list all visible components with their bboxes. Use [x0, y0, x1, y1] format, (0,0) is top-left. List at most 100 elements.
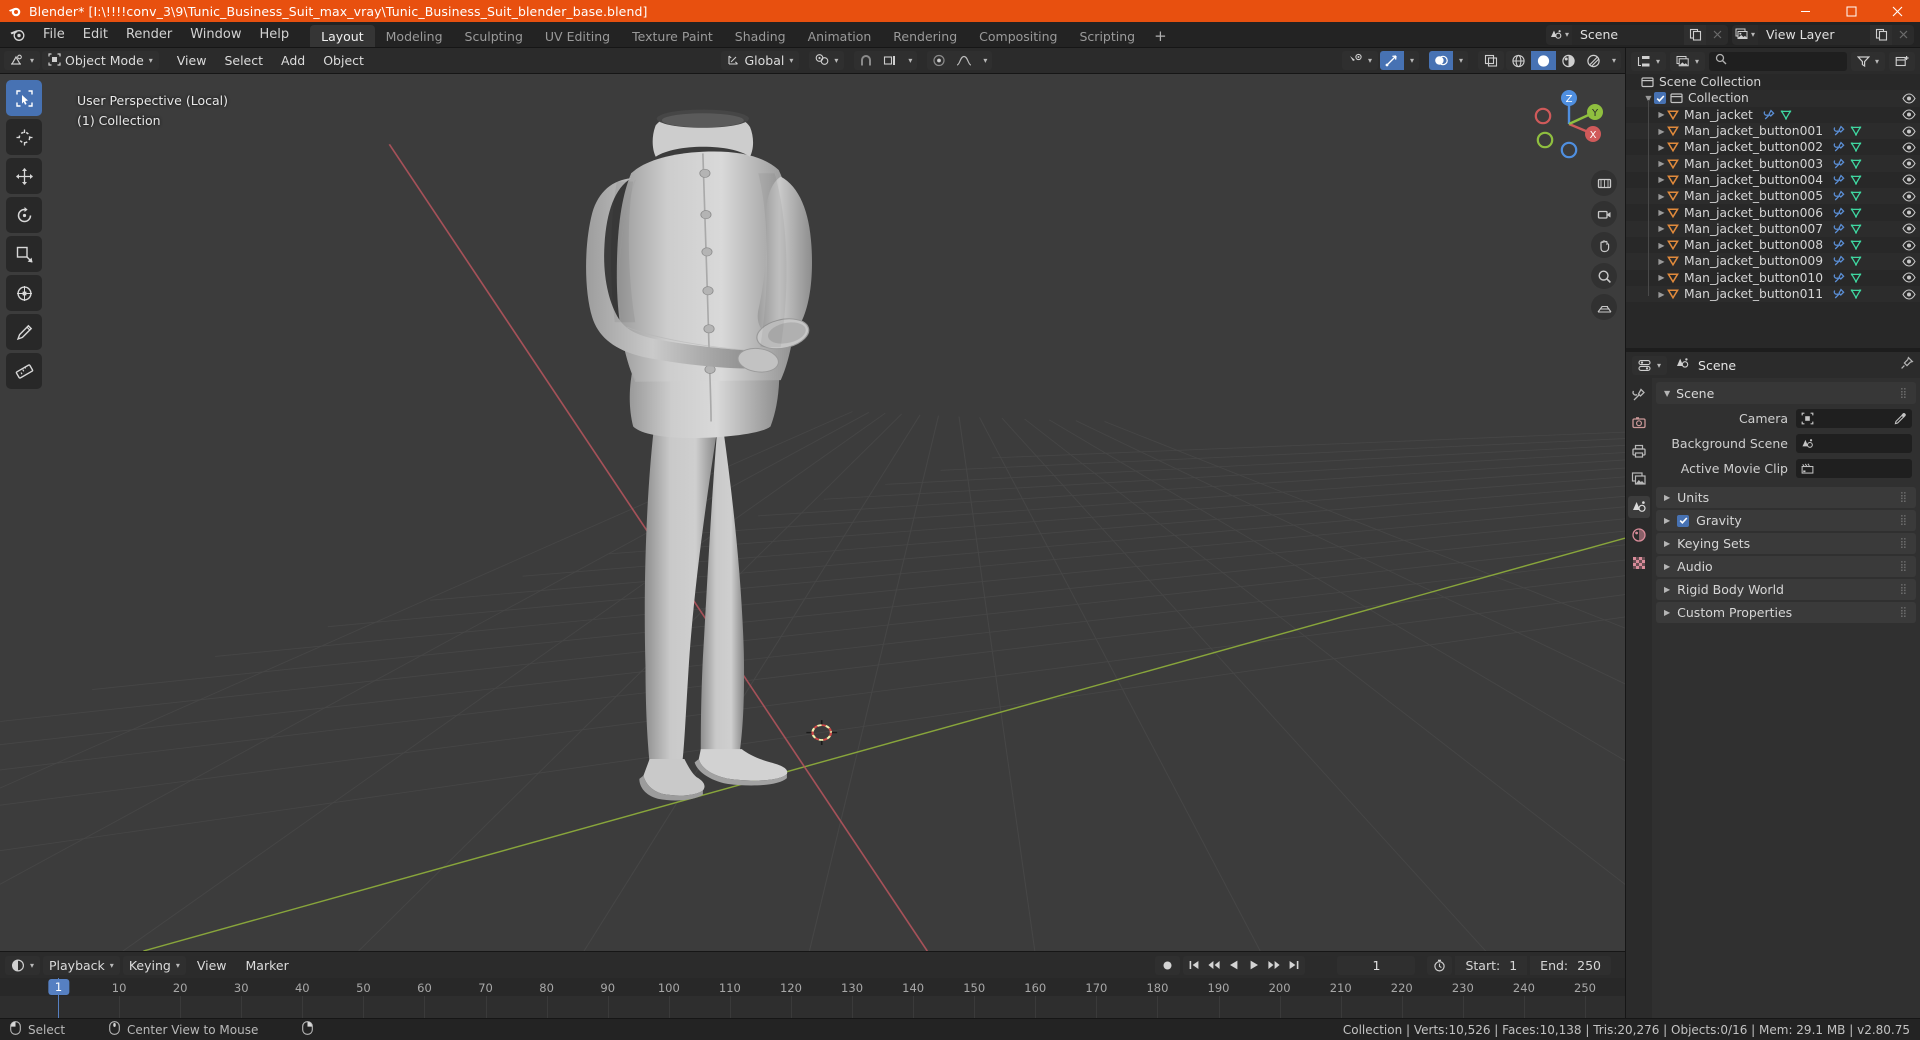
move-arrows-icon[interactable]	[6, 158, 42, 194]
modifier-wrench-icon[interactable]	[1833, 141, 1845, 153]
overlays-icon[interactable]	[1428, 51, 1453, 70]
outliner-row[interactable]: ▶ Man_jacket_button001	[1626, 122, 1920, 140]
tab-rendering[interactable]: Rendering	[882, 25, 968, 47]
search-input[interactable]	[1732, 54, 1841, 68]
new-collection-icon[interactable]	[1889, 51, 1915, 71]
outliner-row[interactable]: Scene Collection	[1626, 74, 1920, 90]
mesh-data-icon[interactable]	[1850, 174, 1862, 186]
texture-checker-icon[interactable]	[1628, 552, 1650, 574]
panel-drag-handle[interactable]: ⣿	[1900, 388, 1908, 399]
properties-content[interactable]: ▼ Scene ⣿ Camera Background Scene Active Movi…	[1652, 378, 1920, 1018]
panel-checkbox[interactable]	[1677, 514, 1690, 527]
property-field[interactable]	[1796, 433, 1912, 453]
select-box-icon[interactable]	[6, 80, 42, 116]
chevron-right-icon[interactable]: ▶	[1656, 159, 1667, 168]
xray-toggle-icon[interactable]	[1477, 51, 1504, 70]
mesh-data-icon[interactable]	[1780, 109, 1792, 121]
jump-end-icon[interactable]	[1285, 956, 1303, 975]
mesh-data-icon[interactable]	[1850, 141, 1862, 153]
maximize-icon[interactable]	[1828, 0, 1874, 22]
chevron-right-icon[interactable]: ▶	[1656, 127, 1667, 136]
record-keyframe-icon[interactable]	[1155, 955, 1181, 975]
outliner-row[interactable]: ▶ Man_jacket_button008	[1626, 237, 1920, 253]
chevron-right-icon[interactable]: ▶	[1656, 175, 1667, 184]
chevron-right-icon[interactable]: ▶	[1656, 257, 1667, 266]
tab-uv-editing[interactable]: UV Editing	[534, 25, 621, 47]
menu-file[interactable]: File	[34, 22, 74, 47]
output-printer-icon[interactable]	[1628, 440, 1650, 462]
render-camera-back-icon[interactable]	[1628, 412, 1650, 434]
timeline-menu-marker[interactable]: Marker	[238, 956, 297, 975]
tab-texture-paint[interactable]: Texture Paint	[621, 25, 724, 47]
view-layer-icon[interactable]: ▾	[1732, 24, 1758, 45]
modifier-wrench-icon[interactable]	[1833, 223, 1845, 235]
mesh-data-icon[interactable]	[1850, 288, 1862, 300]
eyedropper-icon[interactable]	[1894, 412, 1907, 425]
mesh-data-icon[interactable]	[1850, 272, 1862, 284]
modifier-wrench-icon[interactable]	[1833, 272, 1845, 284]
frame-start-field[interactable]: Start: 1	[1455, 955, 1528, 975]
outliner-search-box[interactable]	[1709, 51, 1847, 71]
chevron-right-icon[interactable]: ▶	[1656, 110, 1667, 119]
chevron-right-icon[interactable]: ▶	[1656, 224, 1667, 233]
new-view-layer-icon[interactable]	[1870, 24, 1892, 45]
scene-selector[interactable]: ▾ Scene	[1546, 24, 1728, 45]
shading-solid-icon[interactable]	[1530, 51, 1556, 70]
viewport-menu-object[interactable]: Object	[315, 51, 372, 70]
tab-sculpting[interactable]: Sculpting	[454, 25, 534, 47]
3d-viewport[interactable]: User Perspective (Local) (1) Collection	[0, 74, 1625, 951]
mesh-data-icon[interactable]	[1850, 255, 1862, 267]
overlays-dropdown-caret[interactable]: ▾	[1453, 51, 1468, 70]
panel-drag-handle[interactable]: ⣿	[1900, 538, 1908, 549]
shading-wireframe-icon[interactable]	[1506, 51, 1531, 70]
viewport-menu-select[interactable]: Select	[216, 51, 271, 70]
transform-orientation-selector[interactable]: Global ▾	[721, 51, 800, 70]
proportional-editing-icon[interactable]	[927, 51, 951, 70]
collection-checkbox[interactable]	[1654, 92, 1666, 105]
modifier-wrench-icon[interactable]	[1833, 288, 1845, 300]
navigation-gizmo[interactable]: Z Y X	[1527, 82, 1611, 166]
visibility-eye-icon[interactable]	[1902, 288, 1916, 300]
annotate-pencil-icon[interactable]	[6, 314, 42, 350]
outliner-row[interactable]: ▶ Man_jacket_button010	[1626, 270, 1920, 286]
visibility-eye-icon[interactable]	[1902, 125, 1916, 137]
property-field[interactable]	[1796, 408, 1912, 428]
view-layer-name[interactable]: View Layer	[1758, 24, 1870, 45]
scene-icon[interactable]: ▾	[1546, 24, 1572, 45]
unlink-scene-icon[interactable]	[1706, 24, 1728, 45]
modifier-wrench-icon[interactable]	[1833, 255, 1845, 267]
properties-panel-header[interactable]: ▶ Rigid Body World ⣿	[1656, 579, 1916, 600]
timeline-track-area[interactable]	[0, 996, 1625, 1018]
editor-type-properties-icon[interactable]: ▾	[1632, 355, 1668, 375]
menu-help[interactable]: Help	[251, 22, 299, 47]
perspective-grid-icon[interactable]	[1591, 294, 1617, 320]
mesh-data-icon[interactable]	[1850, 125, 1862, 137]
panel-drag-handle[interactable]: ⣿	[1900, 515, 1908, 526]
mesh-data-icon[interactable]	[1850, 158, 1862, 170]
snap-dropdown-caret[interactable]: ▾	[902, 51, 917, 70]
3d-cursor-icon[interactable]	[6, 119, 42, 155]
minimize-icon[interactable]	[1782, 0, 1828, 22]
chevron-right-icon[interactable]: ▶	[1656, 208, 1667, 217]
outliner-row[interactable]: ▶ Man_jacket_button007	[1626, 220, 1920, 237]
unlink-view-layer-icon[interactable]	[1892, 24, 1914, 45]
snap-increment-icon[interactable]	[878, 51, 902, 70]
outliner-row[interactable]: ▶ Man_jacket_button006	[1626, 204, 1920, 220]
timeline-menu-keying[interactable]: Keying ▾	[122, 955, 186, 975]
view-layer-images-icon[interactable]	[1628, 468, 1650, 490]
outliner-row[interactable]: ▶ Man_jacket_button002	[1626, 139, 1920, 155]
timeline-playhead[interactable]: 1	[47, 978, 70, 1018]
timeline-menu-view[interactable]: View	[189, 956, 235, 975]
visibility-eye-icon[interactable]	[1902, 191, 1916, 202]
view-layer-selector[interactable]: ▾ View Layer	[1732, 24, 1914, 45]
object-visibility-selector[interactable]: ▾	[1341, 51, 1378, 70]
outliner-row[interactable]: ▶ Man_jacket_button004	[1626, 172, 1920, 188]
scene-cone-sphere-icon[interactable]	[1628, 496, 1650, 518]
outliner-row[interactable]: ▶ Man_jacket_button005	[1626, 188, 1920, 205]
zoom-icon[interactable]	[1591, 170, 1617, 196]
visibility-eye-icon[interactable]	[1902, 109, 1916, 120]
properties-panel-header[interactable]: ▶ Units ⣿	[1656, 487, 1916, 508]
chevron-right-icon[interactable]: ▶	[1656, 143, 1667, 152]
outliner-view-layer-icon[interactable]: ▾	[1670, 51, 1706, 71]
tab-animation[interactable]: Animation	[797, 25, 883, 47]
